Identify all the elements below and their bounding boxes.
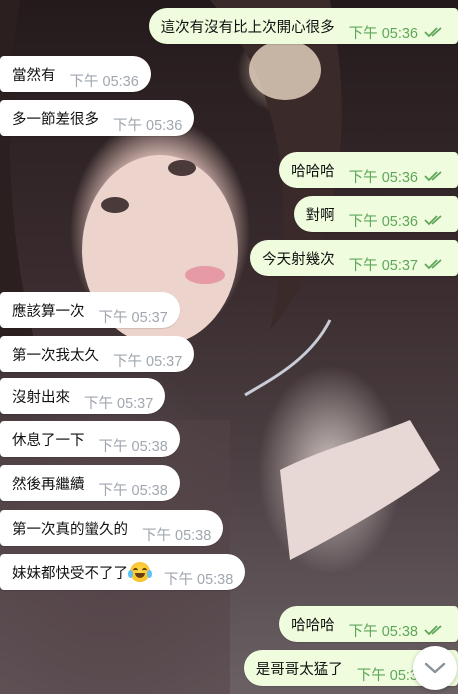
message-text: 沒射出來 bbox=[12, 389, 70, 406]
message-time: 下午 05:36 bbox=[69, 73, 139, 90]
message-time: 下午 05:36 bbox=[348, 169, 418, 186]
incoming-message[interactable]: 第一次真的蠻久的 下午 05:38 bbox=[0, 510, 224, 546]
incoming-message[interactable]: 第一次我太久 下午 05:37 bbox=[0, 336, 195, 372]
incoming-message[interactable]: 休息了一下 下午 05:38 bbox=[0, 421, 180, 457]
outgoing-message[interactable]: 對啊 下午 05:36 bbox=[293, 196, 458, 232]
message-time: 下午 05:37 bbox=[98, 309, 168, 326]
incoming-message[interactable]: 妹妹都快受不了了 下午 05:38 bbox=[0, 554, 246, 590]
outgoing-message[interactable]: 哈哈哈 下午 05:38 bbox=[279, 606, 458, 642]
incoming-message[interactable]: 然後再繼續 下午 05:38 bbox=[0, 465, 180, 501]
incoming-message[interactable]: 應該算一次 下午 05:37 bbox=[0, 292, 180, 328]
message-text: 第一次我太久 bbox=[12, 347, 99, 364]
message-time: 下午 05:3 bbox=[356, 667, 418, 684]
message-text: 對啊 bbox=[305, 207, 335, 224]
incoming-message[interactable]: 當然有 下午 05:36 bbox=[0, 56, 151, 92]
message-text: 多一節差很多 bbox=[12, 111, 99, 128]
message-time: 下午 05:38 bbox=[98, 482, 168, 499]
double-check-icon bbox=[424, 259, 442, 270]
double-check-icon bbox=[424, 215, 442, 226]
message-time: 下午 05:36 bbox=[113, 117, 183, 134]
message-text: 這次有沒有比上次開心很多 bbox=[160, 19, 335, 36]
face-with-tears-of-joy-icon bbox=[128, 562, 152, 582]
message-time: 下午 05:38 bbox=[142, 527, 212, 544]
message-text: 第一次真的蠻久的 bbox=[12, 521, 128, 538]
message-time: 下午 05:37 bbox=[113, 353, 183, 370]
message-text: 然後再繼續 bbox=[12, 476, 85, 493]
message-text: 休息了一下 bbox=[12, 432, 85, 449]
message-text: 應該算一次 bbox=[12, 303, 85, 320]
double-check-icon bbox=[424, 27, 442, 38]
outgoing-message[interactable]: 哈哈哈 下午 05:36 bbox=[279, 152, 458, 188]
incoming-message[interactable]: 多一節差很多 下午 05:36 bbox=[0, 100, 195, 136]
double-check-icon bbox=[424, 171, 442, 182]
message-time: 下午 05:38 bbox=[348, 623, 418, 640]
message-time: 下午 05:38 bbox=[98, 438, 168, 455]
message-text: 今天射幾次 bbox=[262, 251, 335, 268]
chevron-down-icon bbox=[424, 662, 446, 674]
outgoing-message[interactable]: 這次有沒有比上次開心很多 下午 05:36 bbox=[148, 8, 458, 44]
incoming-message[interactable]: 沒射出來 下午 05:37 bbox=[0, 378, 166, 414]
double-check-icon bbox=[424, 625, 442, 636]
message-time: 下午 05:36 bbox=[348, 25, 418, 42]
message-time: 下午 05:38 bbox=[164, 571, 234, 588]
scroll-to-bottom-button[interactable] bbox=[413, 646, 457, 690]
message-text: 妹妹都快受不了了 bbox=[12, 565, 128, 582]
message-time: 下午 05:36 bbox=[348, 213, 418, 230]
message-time: 下午 05:37 bbox=[84, 395, 154, 412]
message-text: 哈哈哈 bbox=[291, 617, 335, 634]
message-text: 哈哈哈 bbox=[291, 163, 335, 180]
message-time: 下午 05:37 bbox=[348, 257, 418, 274]
outgoing-message[interactable]: 今天射幾次 下午 05:37 bbox=[250, 240, 458, 276]
message-text: 當然有 bbox=[12, 67, 56, 84]
message-text: 是哥哥太猛了 bbox=[255, 661, 343, 678]
